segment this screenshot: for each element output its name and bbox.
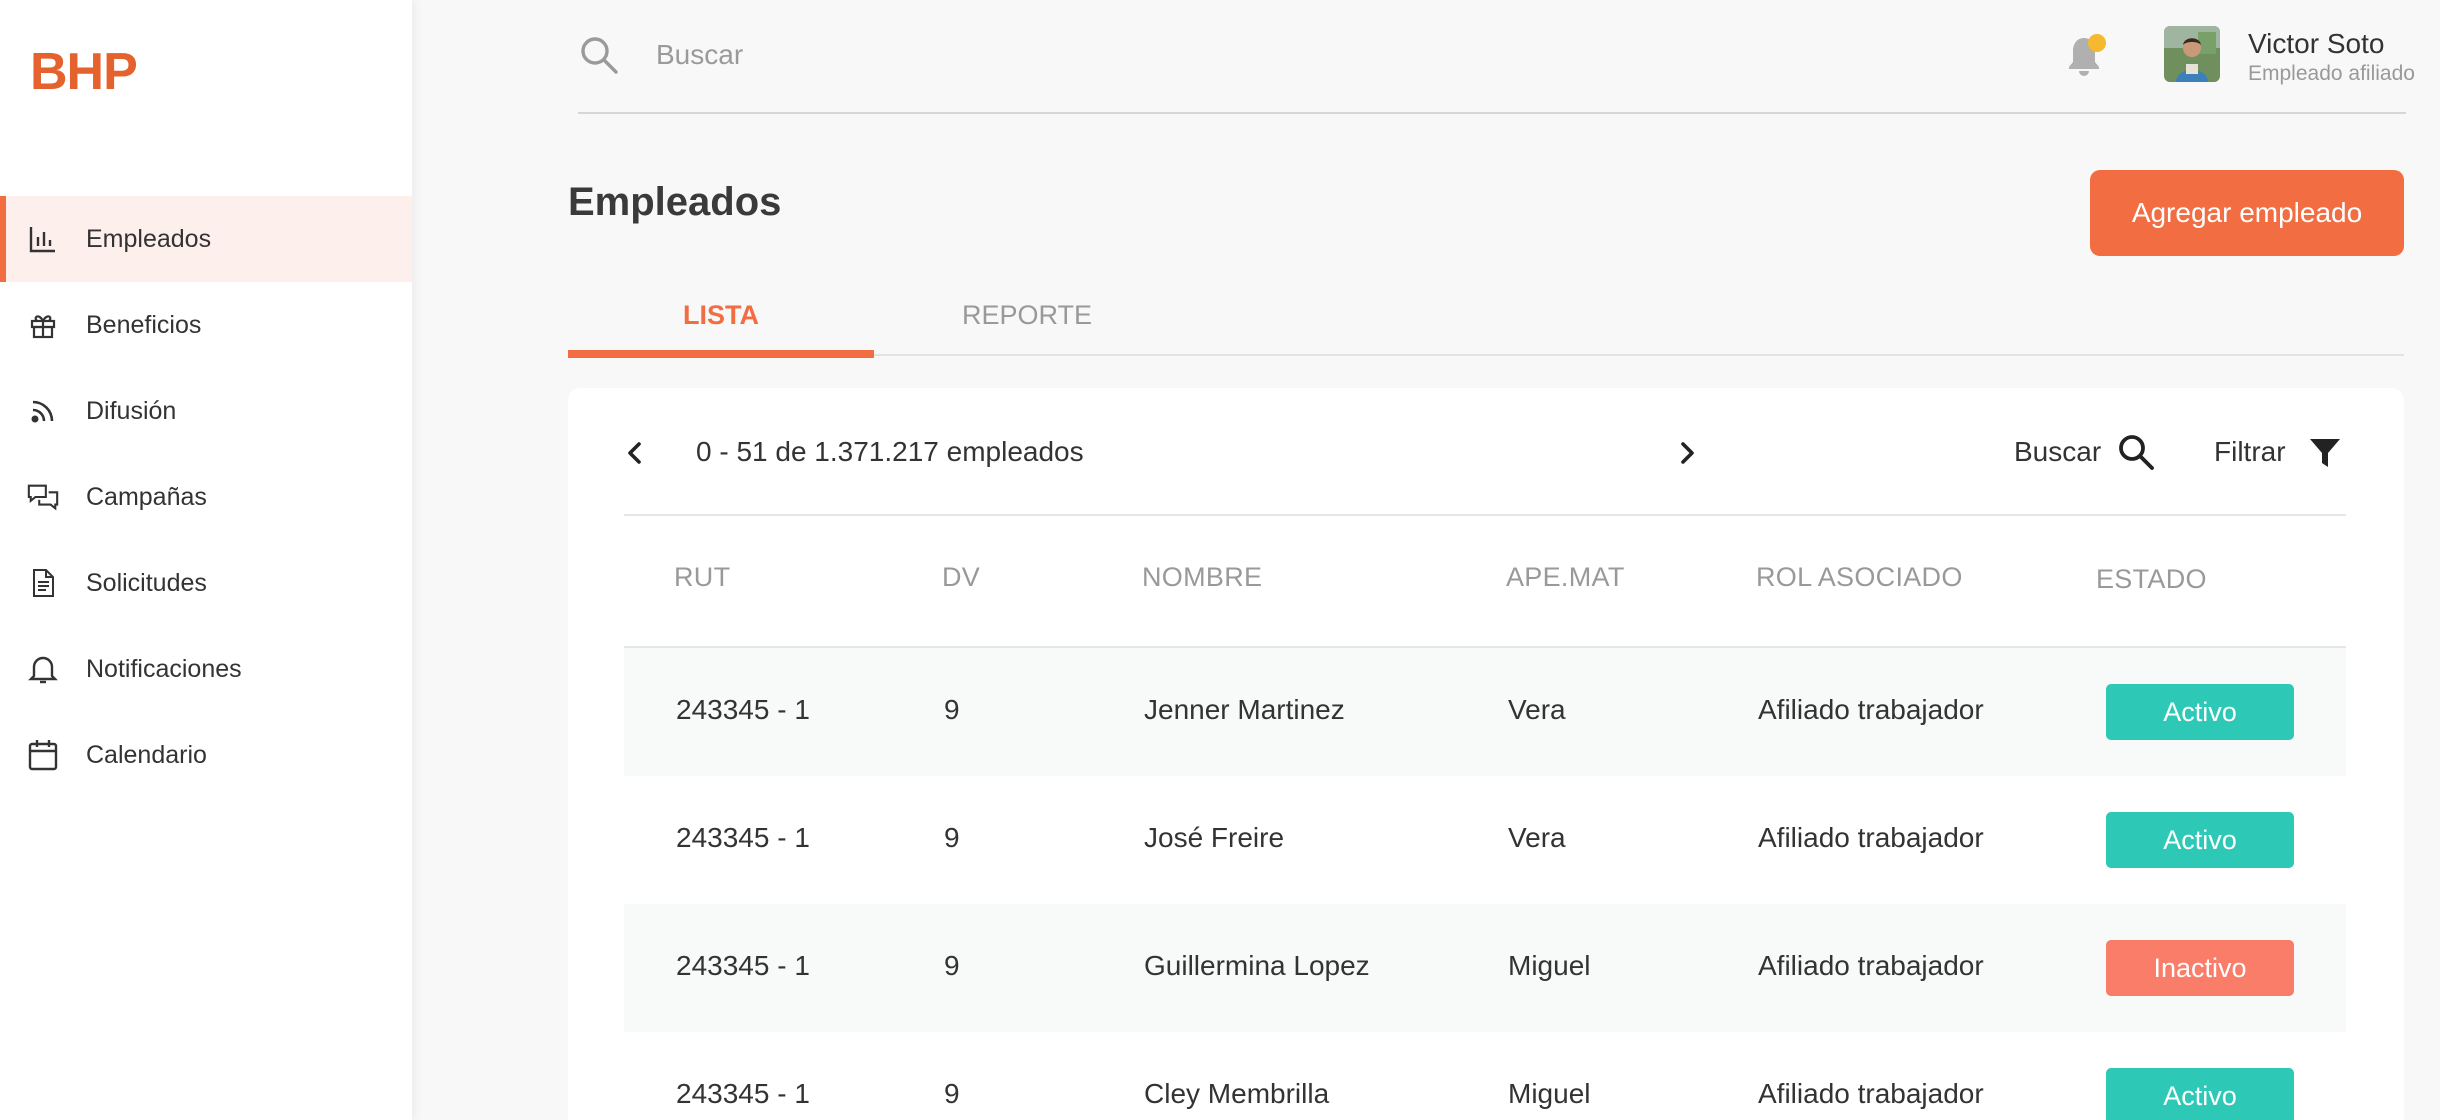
sidebar-item-difusion[interactable]: Difusión [0, 368, 412, 454]
bar-chart-icon [26, 222, 60, 256]
cell-rut: 243345 - 1 [676, 950, 810, 981]
tab-lista[interactable]: LISTA [568, 272, 874, 358]
column-header-estado[interactable]: ESTADO [2096, 564, 2207, 595]
bhp-logo[interactable]: BHP [30, 42, 138, 102]
sidebar-item-solicitudes[interactable]: Solicitudes [0, 540, 412, 626]
gift-icon [26, 308, 60, 342]
cell-dv: 9 [944, 1078, 960, 1109]
table-row[interactable]: 243345 - 1 9 Cley Membrilla Miguel Afili… [624, 1032, 2346, 1120]
cell-nombre: Cley Membrilla [1144, 1078, 1330, 1109]
chat-bubbles-icon [26, 480, 60, 514]
sidebar-item-label: Beneficios [86, 310, 202, 339]
cell-nombre: José Freire [1144, 822, 1285, 853]
cell-dv: 9 [944, 822, 960, 853]
column-header-nombre[interactable]: NOMBRE [1142, 562, 1262, 593]
user-name[interactable]: Victor Soto [2248, 28, 2384, 60]
cell-rol: Afiliado trabajador [1758, 1078, 1984, 1109]
cell-dv: 9 [944, 950, 960, 981]
employees-card: 0 - 51 de 1.371.217 empleados Buscar Fil… [568, 388, 2404, 1120]
avatar[interactable] [2164, 26, 2220, 82]
chevron-left-icon[interactable] [620, 438, 650, 468]
page-title: Empleados [568, 180, 782, 224]
chevron-right-icon[interactable] [1672, 438, 1702, 468]
table-row[interactable]: 243345 - 1 9 Jenner Martinez Vera Afilia… [624, 648, 2346, 776]
cell-apemat: Vera [1508, 694, 1566, 725]
document-icon [26, 566, 60, 600]
cell-dv: 9 [944, 694, 960, 725]
table-header: RUT DV NOMBRE APE.MAT ROL ASOCIADO ESTAD… [624, 516, 2346, 636]
cell-nombre: Jenner Martinez [1144, 694, 1345, 725]
rss-icon [26, 394, 60, 428]
cell-rol: Afiliado trabajador [1758, 694, 1984, 725]
sidebar-item-label: Solicitudes [86, 568, 207, 597]
status-badge: Activo [2106, 1068, 2294, 1120]
active-tab-indicator [568, 350, 874, 358]
column-header-dv[interactable]: DV [942, 562, 980, 593]
cell-rut: 243345 - 1 [676, 694, 810, 725]
cell-rol: Afiliado trabajador [1758, 950, 1984, 981]
add-employee-button[interactable]: Agregar empleado [2090, 170, 2404, 256]
table-search-label[interactable]: Buscar [2014, 436, 2101, 468]
column-header-apemat[interactable]: APE.MAT [1506, 562, 1625, 593]
cell-apemat: Miguel [1508, 1078, 1591, 1109]
status-badge: Activo [2106, 684, 2294, 740]
table-body: 243345 - 1 9 Jenner Martinez Vera Afilia… [624, 648, 2346, 1120]
tabs: LISTA REPORTE [568, 272, 2404, 358]
user-role: Empleado afiliado [2248, 62, 2415, 85]
sidebar-item-label: Notificaciones [86, 654, 242, 683]
notification-dot [2088, 34, 2106, 52]
sidebar-item-label: Campañas [86, 482, 207, 511]
calendar-icon [26, 738, 60, 772]
sidebar-item-label: Calendario [86, 740, 207, 769]
bell-icon [26, 652, 60, 686]
status-badge: Inactivo [2106, 940, 2294, 996]
table-row[interactable]: 243345 - 1 9 José Freire Vera Afiliado t… [624, 776, 2346, 904]
cell-nombre: Guillermina Lopez [1144, 950, 1370, 981]
table-row[interactable]: 243345 - 1 9 Guillermina Lopez Miguel Af… [624, 904, 2346, 1032]
sidebar-item-label: Empleados [86, 224, 212, 253]
column-header-rut[interactable]: RUT [674, 562, 730, 593]
status-badge: Activo [2106, 812, 2294, 868]
filter-icon[interactable] [2308, 436, 2342, 470]
cell-rut: 243345 - 1 [676, 822, 810, 853]
topbar-divider [578, 112, 2406, 114]
cell-apemat: Vera [1508, 822, 1566, 853]
sidebar-item-empleados[interactable]: Empleados [0, 196, 412, 282]
filter-label[interactable]: Filtrar [2214, 436, 2286, 468]
cell-apemat: Miguel [1508, 950, 1591, 981]
cell-rol: Afiliado trabajador [1758, 822, 1984, 853]
sidebar-item-label: Difusión [86, 396, 177, 425]
sidebar-item-calendario[interactable]: Calendario [0, 712, 412, 798]
pagination-summary: 0 - 51 de 1.371.217 empleados [696, 436, 1084, 467]
sidebar-item-beneficios[interactable]: Beneficios [0, 282, 412, 368]
sidebar-item-notificaciones[interactable]: Notificaciones [0, 626, 412, 712]
search-icon[interactable] [2116, 432, 2156, 472]
global-search-input[interactable] [656, 32, 1356, 78]
cell-rut: 243345 - 1 [676, 1078, 810, 1109]
sidebar-item-campanas[interactable]: Campañas [0, 454, 412, 540]
tab-reporte[interactable]: REPORTE [874, 272, 1180, 358]
sidebar: BHP Empleados Beneficios Difusión Campañ… [0, 0, 412, 1120]
sidebar-nav: Empleados Beneficios Difusión Campañas S… [0, 196, 412, 798]
search-icon [578, 34, 620, 76]
column-header-rol[interactable]: ROL ASOCIADO [1756, 562, 1963, 593]
